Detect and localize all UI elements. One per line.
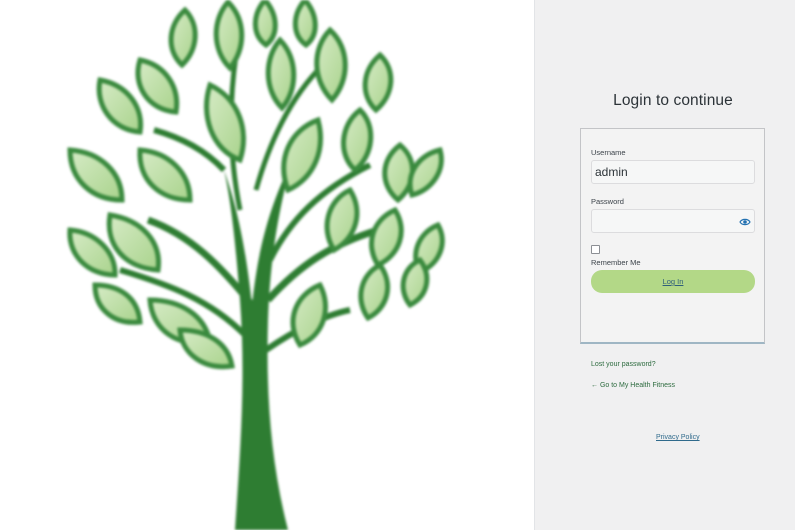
privacy-policy-link[interactable]: Privacy Policy (656, 434, 700, 441)
login-button[interactable]: Log In (591, 270, 755, 293)
lost-password-link[interactable]: Lost your password? (591, 361, 656, 368)
login-form: Username Password Remember Me Log In (580, 128, 765, 344)
password-label: Password (591, 197, 624, 206)
tree-illustration (67, 0, 445, 530)
hero-tree-image (0, 0, 534, 530)
remember-me-label: Remember Me (591, 258, 641, 267)
password-field-wrapper (591, 209, 755, 233)
login-panel: Login to continue Username Password Reme… (534, 0, 795, 530)
page-title: Login to continue (613, 92, 733, 109)
eye-icon[interactable] (739, 215, 751, 227)
remember-me-checkbox[interactable] (591, 245, 600, 254)
password-input[interactable] (591, 209, 755, 233)
username-label: Username (591, 148, 626, 157)
back-to-site-link[interactable]: ← Go to My Health Fitness (591, 382, 675, 389)
username-input[interactable] (591, 160, 755, 184)
